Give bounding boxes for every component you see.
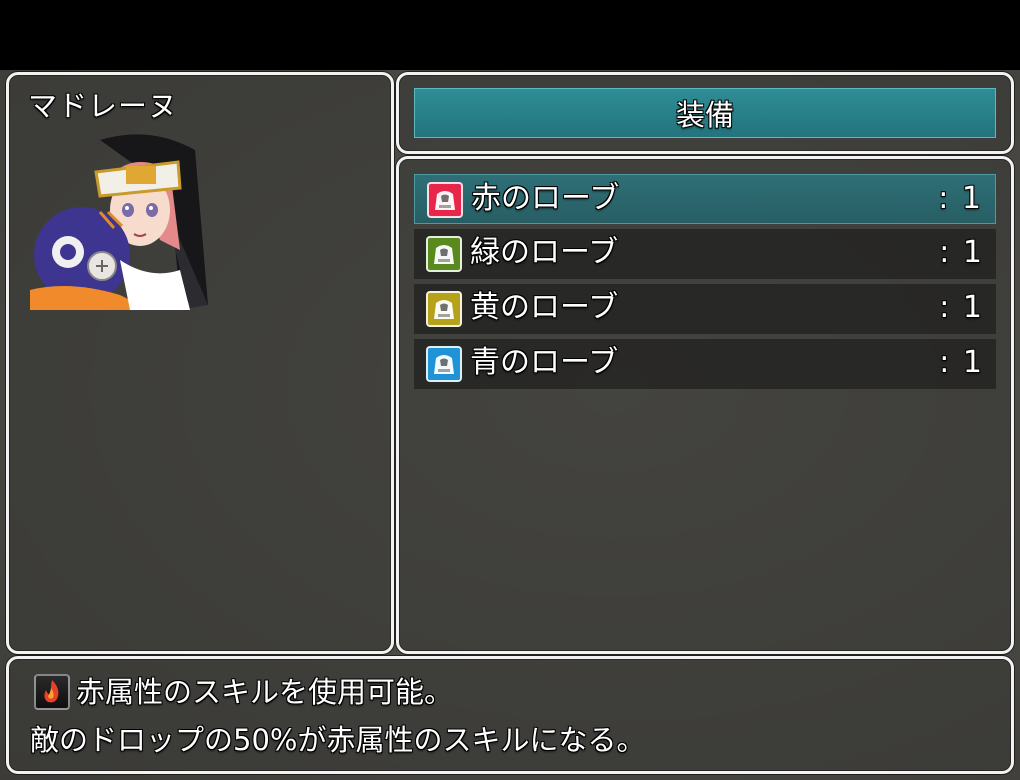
item-name: 緑のローブ xyxy=(470,235,619,270)
item-row[interactable]: 青のローブ : 1 xyxy=(414,339,996,389)
green-robe-icon xyxy=(426,236,462,272)
equip-command-button[interactable]: 装備 xyxy=(414,88,996,138)
fire-element-icon xyxy=(34,674,70,710)
item-count: : 1 xyxy=(939,290,984,325)
item-count: : 1 xyxy=(938,181,983,216)
actor-portrait xyxy=(30,130,210,310)
item-row[interactable]: 緑のローブ : 1 xyxy=(414,229,996,279)
item-count: : 1 xyxy=(939,235,984,270)
item-count: : 1 xyxy=(939,345,984,380)
item-name: 青のローブ xyxy=(470,345,619,380)
item-row[interactable]: 黄のローブ : 1 xyxy=(414,284,996,334)
red-robe-icon xyxy=(427,182,463,218)
item-name: 赤のローブ xyxy=(471,181,620,216)
blue-robe-icon xyxy=(426,346,462,382)
item-row[interactable]: 赤のローブ : 1 xyxy=(414,174,996,224)
help-text-line-1: 赤属性のスキルを使用可能。 xyxy=(76,675,454,709)
actor-name: マドレーヌ xyxy=(28,89,179,123)
yellow-robe-icon xyxy=(426,291,462,327)
item-name: 黄のローブ xyxy=(470,290,619,325)
help-text-line-2: 敵のドロップの50%が赤属性のスキルになる。 xyxy=(30,723,646,757)
